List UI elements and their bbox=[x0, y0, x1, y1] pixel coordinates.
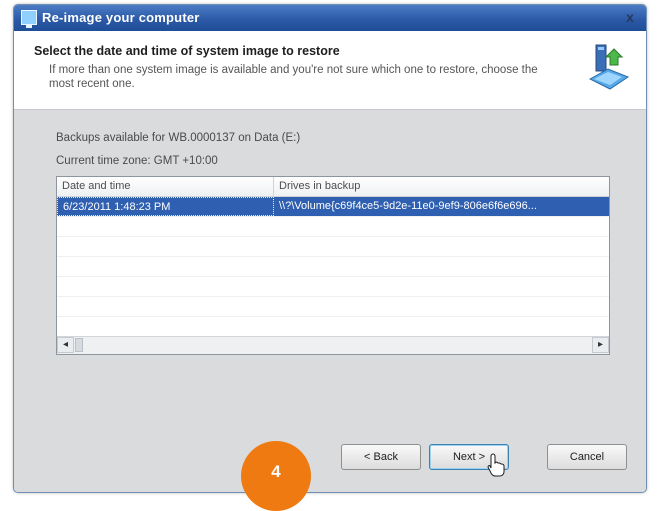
computer-icon bbox=[21, 10, 37, 28]
scroll-left-button[interactable]: ◂ bbox=[57, 337, 74, 353]
title-bar[interactable]: Re-image your computer x bbox=[14, 5, 646, 31]
list-header: Date and time Drives in backup bbox=[57, 177, 609, 197]
step-number-badge: 4 bbox=[241, 441, 311, 511]
dialog-footer: < Back Next > Cancel bbox=[14, 430, 646, 492]
back-button[interactable]: < Back bbox=[341, 444, 421, 470]
table-row bbox=[57, 297, 609, 317]
close-button[interactable]: x bbox=[620, 9, 640, 26]
reimage-dialog: Re-image your computer x Select the date… bbox=[13, 4, 647, 493]
dialog-content: Backups available for WB.0000137 on Data… bbox=[14, 110, 646, 430]
header-description: If more than one system image is availab… bbox=[49, 64, 538, 90]
timezone-label: Current time zone: GMT +10:00 bbox=[56, 155, 218, 167]
computer-restore-illustration bbox=[588, 44, 630, 90]
row-drives-cell: \\?\Volume{c69f4ce5-9d2e-11e0-9ef9-806e6… bbox=[279, 200, 537, 212]
row-date-cell: 6/23/2011 1:48:23 PM bbox=[57, 197, 274, 216]
cancel-button[interactable]: Cancel bbox=[547, 444, 627, 470]
scroll-right-button[interactable]: ▸ bbox=[592, 337, 609, 353]
window-title: Re-image your computer bbox=[42, 10, 200, 25]
column-header-drives[interactable]: Drives in backup bbox=[274, 177, 609, 196]
scroll-thumb[interactable] bbox=[75, 338, 83, 352]
hand-cursor-icon bbox=[487, 453, 505, 477]
table-row bbox=[57, 277, 609, 297]
table-row bbox=[57, 237, 609, 257]
table-row[interactable]: 6/23/2011 1:48:23 PM \\?\Volume{c69f4ce5… bbox=[57, 197, 609, 217]
backup-list[interactable]: Date and time Drives in backup 6/23/2011… bbox=[56, 176, 610, 355]
table-row bbox=[57, 317, 609, 337]
header-title: Select the date and time of system image… bbox=[34, 44, 340, 58]
horizontal-scrollbar[interactable]: ◂ ▸ bbox=[57, 336, 609, 354]
backups-label: Backups available for WB.0000137 on Data… bbox=[56, 132, 301, 144]
table-row bbox=[57, 217, 609, 237]
dialog-header: Select the date and time of system image… bbox=[14, 31, 646, 110]
table-row bbox=[57, 257, 609, 277]
column-header-date[interactable]: Date and time bbox=[57, 177, 274, 196]
